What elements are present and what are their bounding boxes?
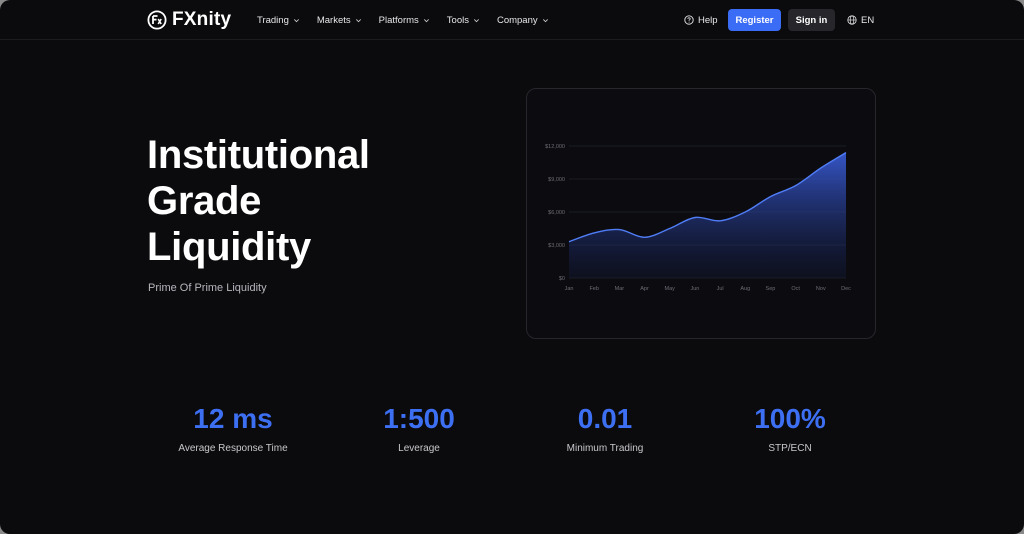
menu-label: Platforms [378,14,419,26]
menu-label: Company [496,14,538,26]
stat-value: 12 ms [193,403,273,434]
y-tick-label: $3,000 [548,243,565,249]
x-tick-label: Feb [589,286,598,292]
stat-label: Leverage [398,443,440,454]
y-tick-label: $12,000 [545,144,565,150]
x-tick-label: Dec [841,286,851,292]
browser-window: FXnity Trading Markets Platforms Tools C… [0,0,1024,534]
hero-subtitle: Prime Of Prime Liquidity [148,282,267,294]
stat-minimum-trading: 0.01 Minimum Trading [525,402,685,454]
chevron-down-icon [293,18,299,22]
stat-leverage: 1:500 Leverage [339,402,499,454]
hero-title: Institutional Grade Liquidity [147,132,487,270]
brand-logo[interactable]: FXnity [147,9,231,31]
chart-card: $0 $3,000 $6,000 $9,000 $12,000 Jan Feb Mar Apr M… [526,88,876,339]
logo-icon [147,10,167,30]
stat-value: 1:500 [383,403,455,434]
x-tick-label: Mar [615,286,625,292]
chevron-down-icon [542,18,548,22]
stat-stp-ecn: 100% STP/ECN [710,402,870,454]
main-menu: Trading Markets Platforms Tools Company [257,0,566,40]
language-label: EN [861,14,875,26]
brand-name: FXnity [172,9,232,30]
globe-icon [847,15,857,25]
stat-label: Average Response Time [178,443,288,454]
stat-label: Minimum Trading [566,443,644,454]
stat-label: STP/ECN [768,443,812,454]
x-tick-label: May [665,286,676,292]
top-navigation: FXnity Trading Markets Platforms Tools C… [0,0,1024,40]
register-button[interactable]: Register [728,9,781,31]
y-tick-label: $6,000 [548,210,565,216]
y-tick-label: $9,000 [548,177,565,183]
series-area [569,152,846,278]
x-tick-label: Jan [565,286,574,292]
menu-tools[interactable]: Tools [447,15,480,26]
x-tick-label: Nov [816,286,826,292]
x-tick-label: Aug [740,286,750,292]
help-circle-icon [684,15,694,25]
stat-value: 100% [754,403,826,434]
stat-value: 0.01 [577,403,633,434]
menu-markets[interactable]: Markets [317,15,362,26]
sign-in-button[interactable]: Sign in [788,9,835,31]
x-tick-label: Apr [640,286,649,292]
hero-title-line: Liquidity [147,225,311,269]
help-link[interactable]: Help [684,0,718,40]
chevron-down-icon [355,18,361,22]
chevron-down-icon [423,18,429,22]
menu-company[interactable]: Company [497,15,549,26]
chevron-down-icon [473,18,479,22]
language-selector[interactable]: EN [847,0,874,40]
x-tick-label: Oct [791,286,800,292]
hero-title-line: Grade [147,179,262,223]
menu-label: Trading [257,14,289,26]
x-tick-label: Jul [717,286,724,292]
stat-response-time: 12 ms Average Response Time [153,402,313,454]
x-tick-label: Sep [766,286,776,292]
hero-title-line: Institutional [147,133,370,177]
area-chart: $0 $3,000 $6,000 $9,000 $12,000 Jan Feb Mar Apr M… [545,144,851,292]
menu-platforms[interactable]: Platforms [379,15,430,26]
menu-label: Markets [316,14,351,26]
help-label: Help [698,14,718,26]
x-tick-label: Jun [690,286,699,292]
menu-label: Tools [446,14,469,26]
y-tick-label: $0 [559,276,565,282]
menu-trading[interactable]: Trading [257,15,300,26]
